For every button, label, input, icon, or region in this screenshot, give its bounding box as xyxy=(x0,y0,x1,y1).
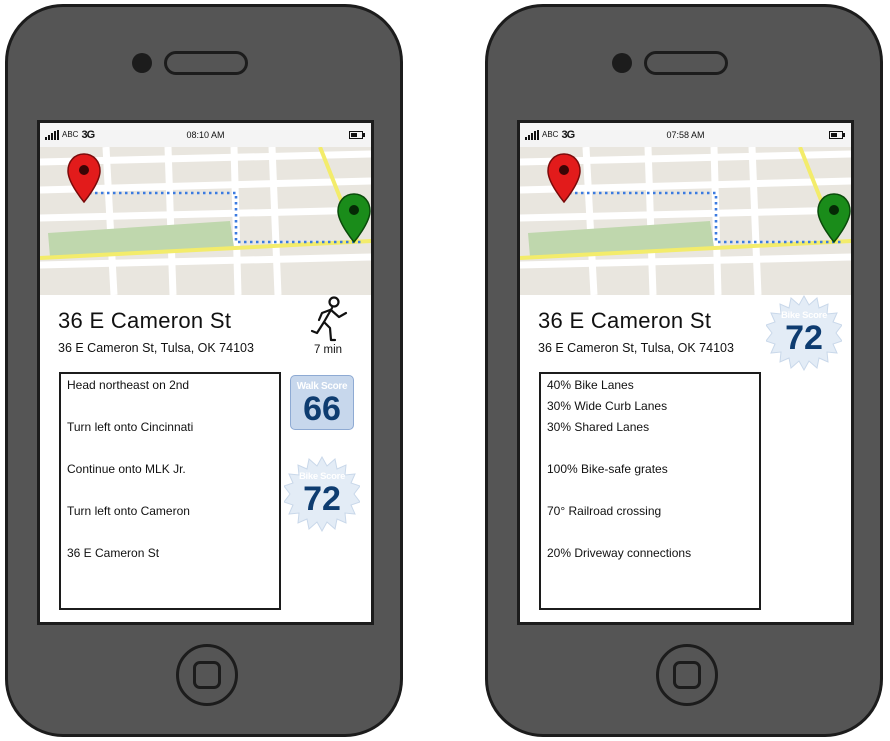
home-square-icon xyxy=(673,661,701,689)
bike-detail-item: 70° Railroad crossing xyxy=(547,504,662,518)
direction-step[interactable]: Continue onto MLK Jr. xyxy=(67,462,186,476)
bike-score-value: 72 xyxy=(785,319,823,357)
status-time: 07:58 AM xyxy=(666,130,705,140)
bike-detail-item: 40% Bike Lanes xyxy=(547,378,634,392)
home-square-icon xyxy=(193,661,221,689)
speaker-grille xyxy=(164,51,248,75)
walk-score-badge[interactable]: Walk Score 66 xyxy=(290,375,354,430)
end-marker-icon xyxy=(817,193,851,244)
bike-score-value: 72 xyxy=(303,480,341,518)
directions-list[interactable]: Head northeast on 2nd Turn left onto Cin… xyxy=(59,372,281,610)
bike-detail-item: 30% Wide Curb Lanes xyxy=(547,399,668,413)
battery-icon xyxy=(349,131,365,139)
destination-address: 36 E Cameron St, Tulsa, OK 74103 xyxy=(538,341,734,355)
bike-detail-item: 30% Shared Lanes xyxy=(547,420,650,434)
bike-score-badge[interactable]: Bike Score 72 xyxy=(284,456,360,532)
phone-walk-view: ABC 3G 08:10 AM 36 E Cameron St 36 E Cam… xyxy=(5,4,403,737)
front-camera xyxy=(132,53,152,73)
front-camera xyxy=(612,53,632,73)
status-bar: ABC 3G 07:58 AM xyxy=(520,123,851,147)
speaker-grille xyxy=(644,51,728,75)
home-button[interactable] xyxy=(176,644,238,706)
walking-person-icon xyxy=(310,296,348,342)
destination-address: 36 E Cameron St, Tulsa, OK 74103 xyxy=(58,341,254,355)
status-time: 08:10 AM xyxy=(186,130,225,140)
home-button[interactable] xyxy=(656,644,718,706)
walk-score-value: 66 xyxy=(303,390,341,428)
battery-icon xyxy=(829,131,845,139)
direction-step[interactable]: Turn left onto Cincinnati xyxy=(67,420,193,434)
direction-step[interactable]: Head northeast on 2nd xyxy=(67,378,189,392)
direction-step[interactable]: Turn left onto Cameron xyxy=(67,504,190,518)
direction-step[interactable]: 36 E Cameron St xyxy=(67,546,159,560)
bike-detail-item: 20% Driveway connections xyxy=(547,546,692,560)
phone-bike-view: ABC 3G 07:58 AM 36 E Cameron St 36 E Cam… xyxy=(485,4,883,737)
walk-time: 7 min xyxy=(313,344,343,356)
end-marker-icon xyxy=(337,193,371,244)
status-bar: ABC 3G 08:10 AM xyxy=(40,123,371,147)
destination-title: 36 E Cameron St xyxy=(538,308,712,333)
phone-screen: ABC 3G 07:58 AM 36 E Cameron St 36 E Cam… xyxy=(517,120,854,625)
phone-screen: ABC 3G 08:10 AM 36 E Cameron St 36 E Cam… xyxy=(37,120,374,625)
destination-title: 36 E Cameron St xyxy=(58,308,232,333)
bike-details-list[interactable]: 40% Bike Lanes 30% Wide Curb Lanes 30% S… xyxy=(539,372,761,610)
bike-detail-item: 100% Bike-safe grates xyxy=(547,462,668,476)
start-marker-icon xyxy=(67,153,101,204)
start-marker-icon xyxy=(547,153,581,204)
bike-score-badge[interactable]: Bike Score 72 xyxy=(766,295,842,371)
